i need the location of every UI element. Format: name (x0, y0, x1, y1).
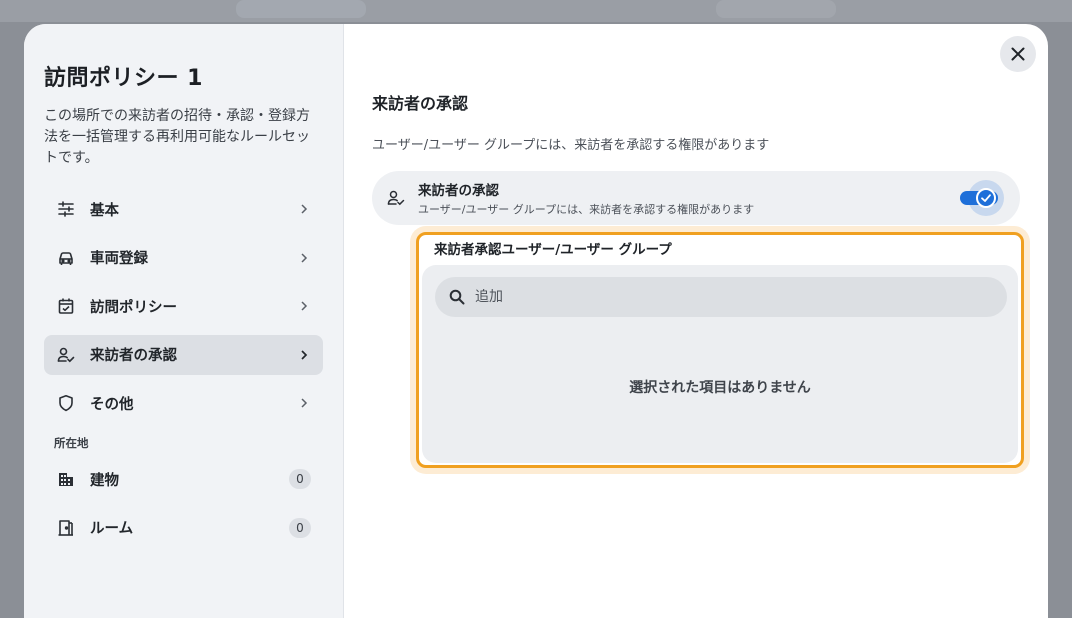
count-badge: 0 (289, 469, 311, 490)
count-badge: 0 (289, 517, 311, 538)
section-title: 来訪者の承認 (372, 94, 469, 113)
backdrop-chip (716, 0, 836, 18)
sidebar-item-label: 訪問ポリシー (90, 299, 177, 316)
visitor-approval-toggle-card: 来訪者の承認 ユーザー/ユーザー グループには、来訪者を承認する権限があります (372, 171, 1020, 225)
sidebar-item-basic[interactable]: 基本 (44, 189, 323, 229)
approver-groups-panel: 選択された項目はありません (422, 265, 1018, 463)
approver-search-input[interactable] (475, 289, 975, 305)
building-icon (56, 469, 76, 489)
car-icon (56, 248, 76, 268)
chevron-right-icon (297, 396, 311, 410)
shield-icon (56, 393, 76, 413)
user-check-icon (56, 345, 76, 365)
approver-groups-title: 来訪者承認ユーザー/ユーザー グループ (434, 242, 672, 258)
close-icon (1011, 47, 1025, 61)
sliders-icon (56, 199, 76, 219)
toggle-knob (976, 188, 996, 208)
toggle-card-title: 来訪者の承認 (418, 183, 499, 199)
sidebar-item-label: 建物 (90, 472, 119, 489)
location-nav: 建物 0 ルーム 0 (44, 459, 323, 548)
sidebar-item-label: ルーム (90, 521, 134, 538)
visitor-approval-toggle[interactable] (960, 180, 1004, 216)
policy-modal: 訪問ポリシー 1 この場所での来訪者の招待・承認・登録方法を一括管理する再利用可… (24, 24, 1048, 618)
backdrop-chip (236, 0, 366, 18)
door-icon (56, 518, 76, 538)
calendar-check-icon (56, 296, 76, 316)
policy-title: 訪問ポリシー 1 (44, 66, 203, 91)
location-section-label: 所在地 (54, 436, 89, 451)
user-check-icon (386, 188, 406, 208)
chevron-right-icon (297, 348, 311, 362)
sidebar-item-room[interactable]: ルーム 0 (44, 508, 323, 548)
search-icon (447, 287, 467, 307)
sidebar-item-visit-policy[interactable]: 訪問ポリシー (44, 286, 323, 326)
chevron-right-icon (297, 299, 311, 313)
sidebar-item-building[interactable]: 建物 0 (44, 459, 323, 499)
sidebar-item-label: 基本 (90, 202, 119, 219)
sidebar-item-label: 車両登録 (90, 251, 148, 268)
sidebar-item-vehicle[interactable]: 車両登録 (44, 238, 323, 278)
sidebar-item-label: 来訪者の承認 (90, 348, 177, 365)
sidebar-item-label: その他 (90, 396, 134, 413)
toggle-card-subtitle: ユーザー/ユーザー グループには、来訪者を承認する権限があります (418, 203, 755, 216)
close-button[interactable] (1000, 36, 1036, 72)
sidebar-item-other[interactable]: その他 (44, 383, 323, 423)
chevron-right-icon (297, 251, 311, 265)
sidebar: 訪問ポリシー 1 この場所での来訪者の招待・承認・登録方法を一括管理する再利用可… (24, 24, 344, 618)
main-panel: 来訪者の承認 ユーザー/ユーザー グループには、来訪者を承認する権限があります … (344, 24, 1048, 618)
chevron-right-icon (297, 202, 311, 216)
check-icon (981, 194, 991, 202)
approver-groups-box: 来訪者承認ユーザー/ユーザー グループ 選択された項目はありません (416, 232, 1024, 468)
policy-description: この場所での来訪者の招待・承認・登録方法を一括管理する再利用可能なルールセットで… (44, 108, 310, 166)
approver-search[interactable] (435, 277, 1007, 317)
empty-state-text: 選択された項目はありません (629, 380, 811, 396)
toggle-card-text: 来訪者の承認 ユーザー/ユーザー グループには、来訪者を承認する権限があります (418, 179, 960, 217)
section-description: ユーザー/ユーザー グループには、来訪者を承認する権限があります (372, 138, 770, 153)
sidebar-nav: 基本 車両登録 訪問ポリシー 来訪者の承認 その他 (44, 189, 323, 423)
sidebar-item-visitor-approval[interactable]: 来訪者の承認 (44, 334, 323, 375)
backdrop-header (0, 0, 1072, 22)
